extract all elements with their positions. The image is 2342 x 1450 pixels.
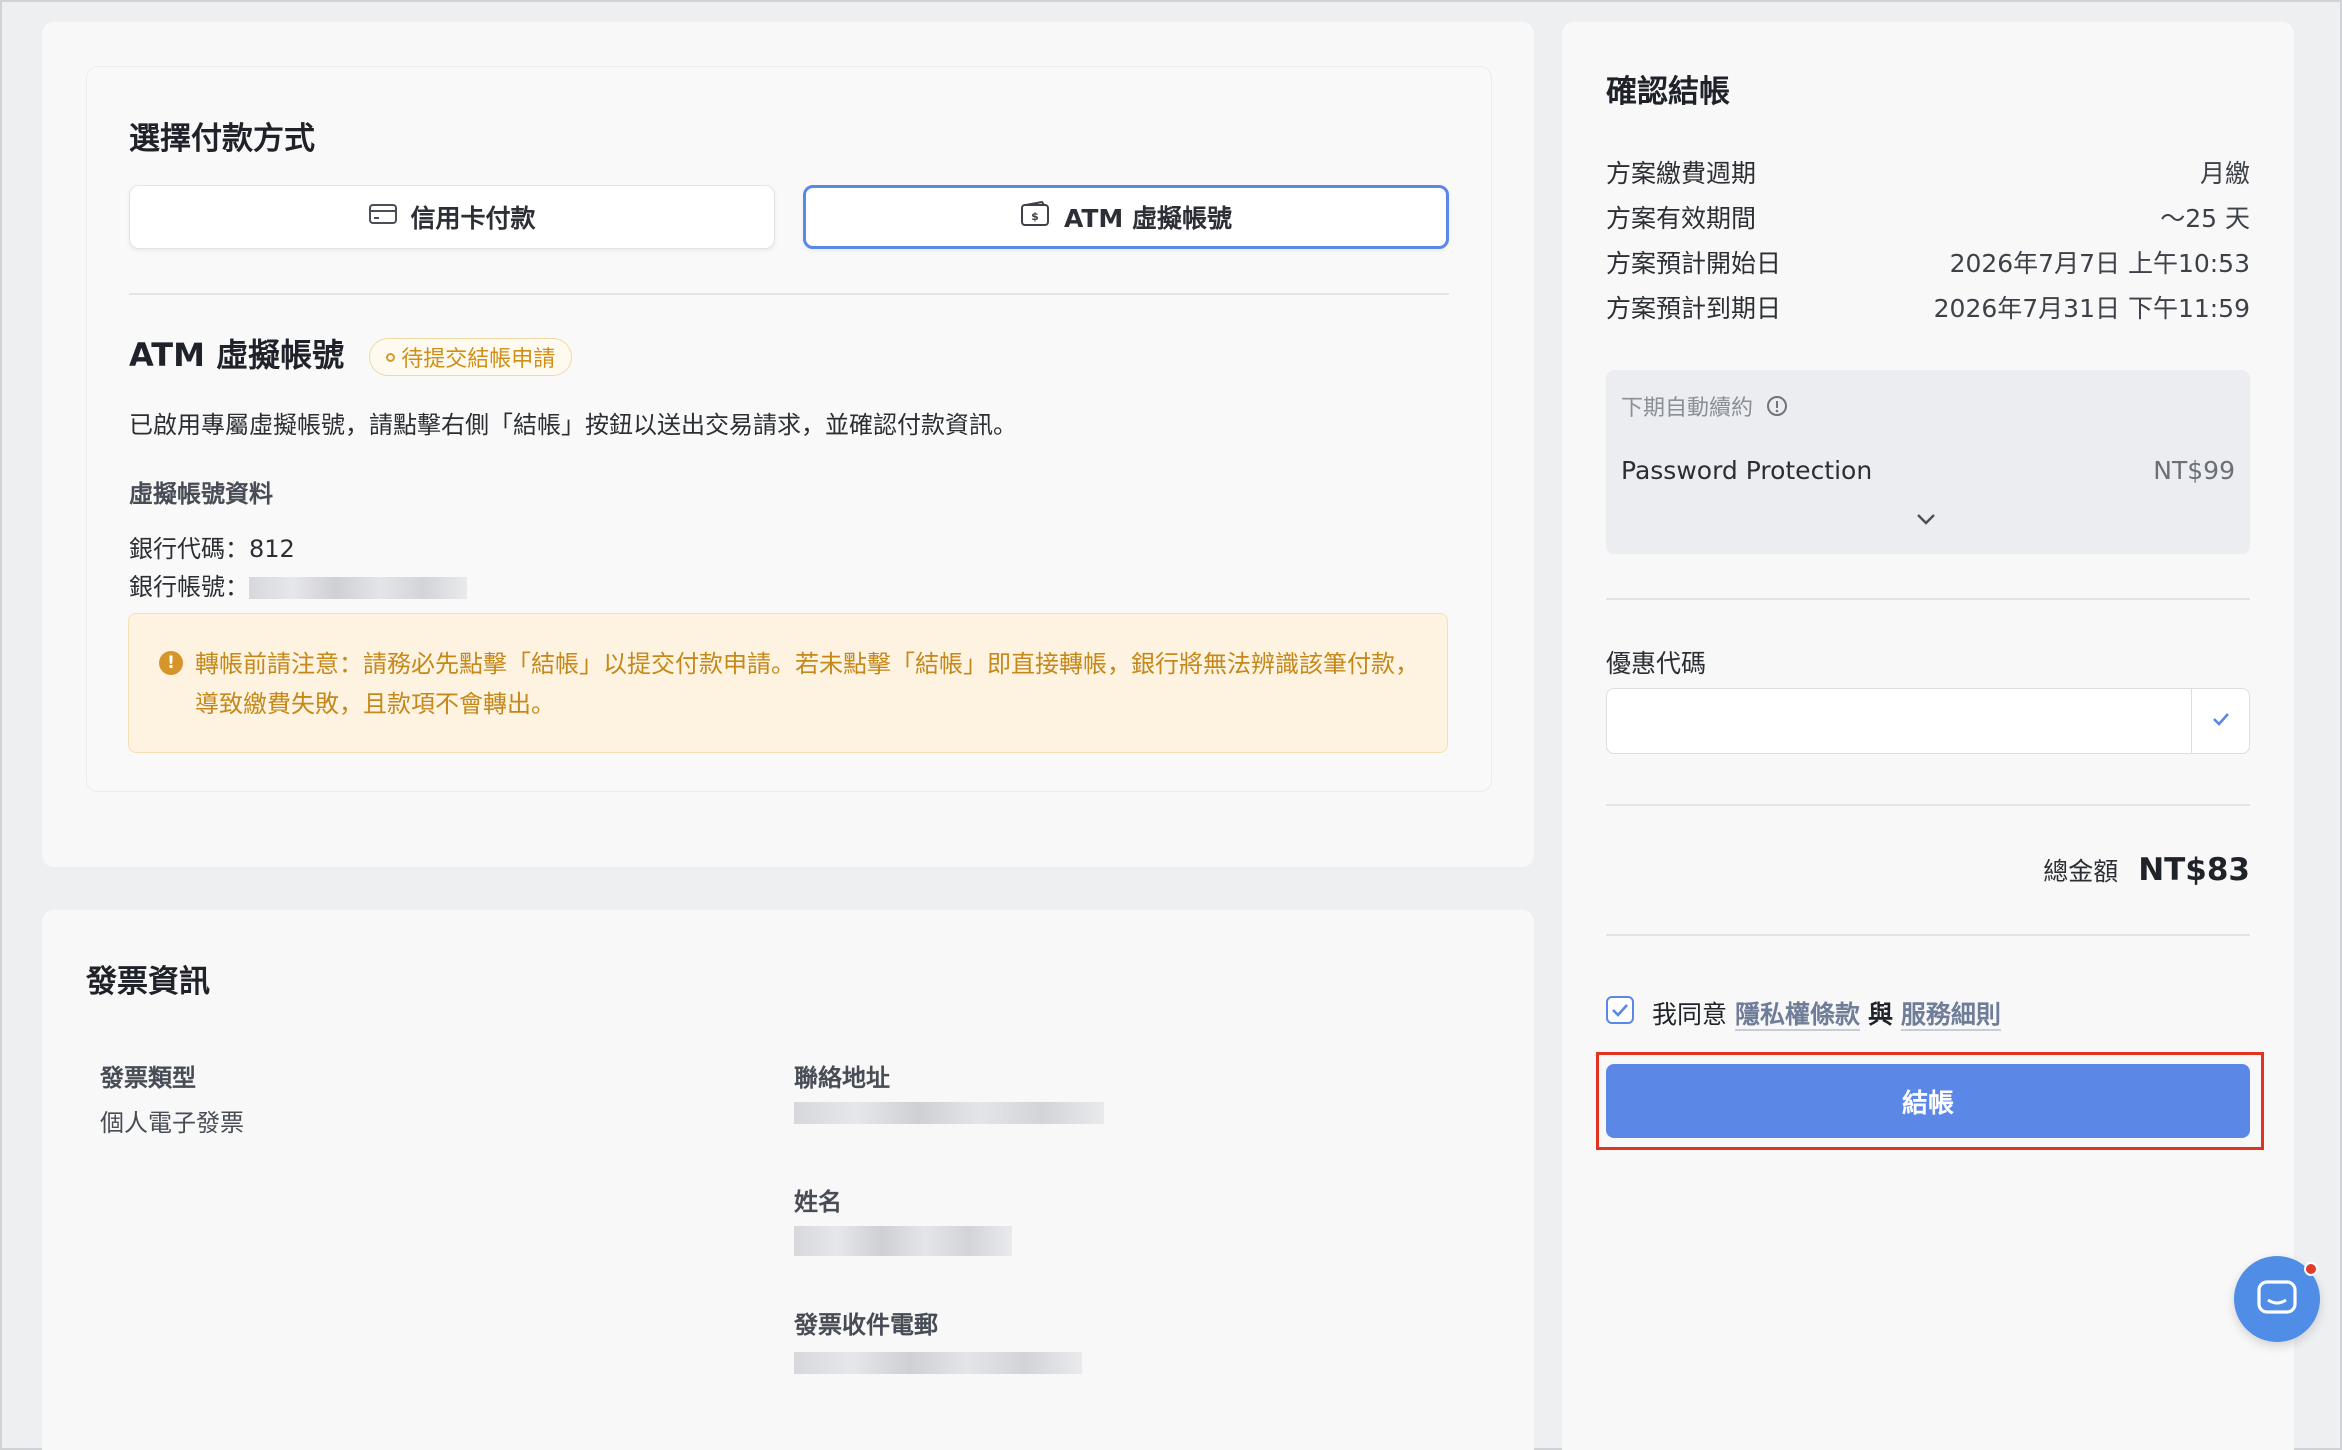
summary-row-value: 2026年7月7日 上午10:53 <box>1949 249 2250 278</box>
credit-card-option-button[interactable]: 信用卡付款 <box>129 185 775 249</box>
name-value-redacted <box>794 1226 1012 1256</box>
svg-text:$: $ <box>1031 210 1039 223</box>
bank-code-row: 銀行代碼：812 <box>129 529 295 564</box>
auto-renew-label: 下期自動續約 <box>1621 396 1754 421</box>
coupon-input[interactable] <box>1606 688 2192 754</box>
invoice-email-label: 發票收件電郵 <box>794 1311 938 1339</box>
status-badge: 待提交結帳申請 <box>369 338 573 376</box>
summary-row-label: 方案有效期間 <box>1606 204 1757 233</box>
chat-icon <box>2257 1280 2297 1322</box>
contact-address-value-redacted <box>794 1102 1104 1124</box>
summary-row-label: 方案預計開始日 <box>1606 249 1782 278</box>
agree-prefix: 我同意 <box>1652 1000 1728 1029</box>
chat-launcher-button[interactable] <box>2234 1256 2320 1342</box>
summary-row-label: 方案繳費週期 <box>1606 159 1757 188</box>
bank-code-label: 銀行代碼： <box>129 535 249 563</box>
name-label: 姓名 <box>794 1188 842 1216</box>
chevron-down-icon[interactable] <box>1912 510 1940 532</box>
wallet-dollar-icon: $ <box>1020 200 1052 234</box>
agree-terms-checkbox[interactable] <box>1606 996 1634 1024</box>
check-icon <box>2211 711 2231 731</box>
total-label: 總金額 <box>2043 857 2119 886</box>
warning-icon: ! <box>159 651 183 675</box>
privacy-policy-link[interactable]: 隱私權條款 <box>1734 1000 1860 1031</box>
summary-row-value: 2026年7月31日 下午11:59 <box>1933 294 2250 323</box>
coupon-apply-button[interactable] <box>2191 688 2250 754</box>
payment-method-title: 選擇付款方式 <box>129 121 315 157</box>
summary-row-start-date: 方案預計開始日 2026年7月7日 上午10:53 <box>1606 244 2250 280</box>
coupon-label: 優惠代碼 <box>1606 649 1707 678</box>
transfer-warning-text: 轉帳前請注意：請務必先點擊「結帳」以提交付款申請。若未點擊「結帳」即直接轉帳，銀… <box>195 650 1419 718</box>
divider <box>1606 598 2250 600</box>
divider <box>129 293 1449 295</box>
account-section-title: 虛擬帳號資料 <box>129 480 273 508</box>
payment-method-panel: 選擇付款方式 信用卡付款 $ ATM 虛擬帳號 ATM 虛擬帳號 待提交結帳申請… <box>42 22 1534 867</box>
divider <box>1606 934 2250 936</box>
atm-heading: ATM 虛擬帳號 <box>129 336 345 374</box>
summary-row-value: 月繳 <box>2199 159 2250 188</box>
atm-heading-row: ATM 虛擬帳號 待提交結帳申請 <box>129 330 573 376</box>
total-value: NT$83 <box>2138 852 2250 888</box>
status-badge-label: 待提交結帳申請 <box>401 347 556 372</box>
atm-option-label: ATM 虛擬帳號 <box>1063 204 1233 233</box>
total-row: 總金額 NT$83 <box>2043 852 2250 888</box>
auto-renew-box: 下期自動續約 Password Protection NT$99 <box>1606 370 2250 554</box>
invoice-email-value-redacted <box>794 1352 1082 1374</box>
bank-account-value-redacted <box>249 577 467 599</box>
agree-terms-text: 我同意 隱私權條款 與 服務細則 <box>1652 995 2001 1031</box>
contact-address-label: 聯絡地址 <box>794 1064 890 1092</box>
transfer-warning-notice: ! 轉帳前請注意：請務必先點擊「結帳」以提交付款申請。若未點擊「結帳」即直接轉帳… <box>128 613 1448 753</box>
summary-row-end-date: 方案預計到期日 2026年7月31日 下午11:59 <box>1606 289 2250 325</box>
auto-renew-label-row: 下期自動續約 <box>1621 390 1788 423</box>
divider <box>1606 804 2250 806</box>
atm-description: 已啟用專屬虛擬帳號，請點擊右側「結帳」按鈕以送出交易請求，並確認付款資訊。 <box>129 411 1017 439</box>
atm-option-button[interactable]: $ ATM 虛擬帳號 <box>803 185 1449 249</box>
checkout-summary-title: 確認結帳 <box>1606 74 1730 110</box>
auto-renew-item: Password Protection <box>1621 456 1873 485</box>
invoice-panel: 發票資訊 發票類型 個人電子發票 聯絡地址 姓名 發票收件電郵 <box>42 910 1534 1450</box>
checkout-summary-panel: 確認結帳 方案繳費週期 月繳 方案有效期間 ～25 天 方案預計開始日 2026… <box>1562 22 2294 1450</box>
bank-account-label: 銀行帳號： <box>129 573 249 601</box>
bank-code-value: 812 <box>249 535 295 563</box>
bank-account-row: 銀行帳號： <box>129 567 467 602</box>
terms-of-service-link[interactable]: 服務細則 <box>1900 1000 2001 1031</box>
auto-renew-price: NT$99 <box>2153 456 2235 485</box>
info-icon[interactable] <box>1766 395 1788 423</box>
invoice-title: 發票資訊 <box>86 964 210 1000</box>
credit-card-option-label: 信用卡付款 <box>410 204 536 233</box>
notification-dot <box>2304 1262 2318 1276</box>
invoice-type-value: 個人電子發票 <box>100 1109 244 1137</box>
checkout-button[interactable]: 結帳 <box>1606 1064 2250 1138</box>
invoice-type-label: 發票類型 <box>100 1064 196 1092</box>
and-text: 與 <box>1867 1000 1893 1029</box>
summary-row-validity: 方案有效期間 ～25 天 <box>1606 199 2250 235</box>
summary-row-label: 方案預計到期日 <box>1606 294 1782 323</box>
summary-row-value: ～25 天 <box>2160 204 2250 233</box>
summary-row-billing-cycle: 方案繳費週期 月繳 <box>1606 154 2250 190</box>
credit-card-icon <box>368 202 398 232</box>
status-dot-icon <box>386 352 396 362</box>
